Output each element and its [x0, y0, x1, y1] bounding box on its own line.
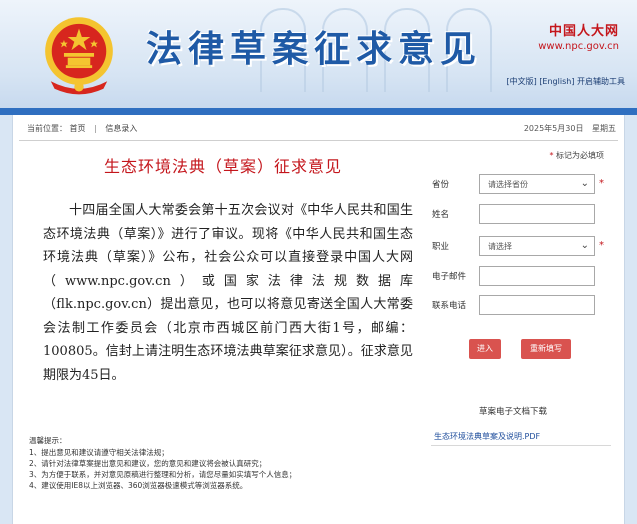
occupation-select-value: 请选择	[488, 242, 512, 251]
national-emblem-icon	[45, 17, 113, 95]
required-note: * 标记为必填项	[549, 150, 604, 161]
pdf-download-link[interactable]: 生态环境法典草案及说明.PDF	[434, 431, 540, 442]
chinese-version-link[interactable]: [中文版]	[507, 77, 537, 86]
header-strip	[0, 108, 637, 115]
content-panel: 当前位置： 首页 | 信息录入 2025年5月30日 星期五 生态环境法典（草案…	[12, 115, 625, 524]
reset-button[interactable]: 重新填写	[521, 339, 571, 359]
phone-field[interactable]	[479, 295, 595, 315]
page-title: 法律草案征求意见	[146, 28, 483, 70]
tip-item: 2、请针对法律草案提出意见和建议，您的意见和建议将会被认真研究；	[29, 459, 267, 468]
downloads-title: 草案电子文档下载	[479, 407, 548, 417]
required-mark: *	[599, 178, 604, 189]
weekday-text: 星期五	[592, 124, 616, 133]
breadcrumb-current[interactable]: 信息录入	[105, 124, 137, 133]
occupation-label: 职业	[432, 242, 450, 252]
name-field[interactable]	[479, 204, 595, 224]
submit-button[interactable]: 进入	[469, 339, 501, 359]
required-note-text: 标记为必填项	[556, 151, 604, 160]
header-links: [中文版] [English] 开启辅助工具	[507, 76, 625, 87]
accessibility-tools-link[interactable]: 开启辅助工具	[577, 77, 625, 86]
english-version-link[interactable]: [English]	[539, 77, 574, 86]
tip-item: 3、为方便于联系，并对意见原稿进行整理和分析，请您尽量如实填写个人信息；	[29, 470, 297, 479]
document-title: 生态环境法典（草案）征求意见	[103, 157, 342, 176]
chevron-down-icon: ⌄	[580, 240, 589, 251]
breadcrumb-separator: |	[94, 124, 97, 133]
brand-url: www.npc.gov.cn	[538, 41, 619, 52]
required-mark: *	[599, 240, 604, 251]
brand-logo[interactable]: 中国人大网 www.npc.gov.cn	[538, 20, 619, 52]
phone-label: 联系电话	[432, 301, 467, 311]
tip-item: 1、提出意见和建议请遵守相关法律法规；	[29, 448, 169, 457]
breadcrumb-prefix: 当前位置：	[27, 124, 67, 133]
breadcrumb-home[interactable]: 首页	[70, 124, 86, 133]
email-field[interactable]	[479, 266, 595, 286]
province-select[interactable]: 请选择省份 ⌄	[479, 174, 595, 194]
tip-item: 4、建议使用IE8以上浏览器、360浏览器极速模式等浏览器系统。	[29, 481, 248, 490]
header-divider	[19, 140, 618, 141]
document-body: 十四届全国人大常委会第十五次会议对《中华人民共和国生态环境法典（草案）》进行了审…	[43, 203, 413, 383]
chevron-down-icon: ⌄	[580, 178, 589, 189]
date-text: 2025年5月30日	[523, 124, 584, 133]
breadcrumb: 当前位置： 首页 | 信息录入	[27, 123, 137, 134]
tips-heading: 温馨提示：	[29, 436, 67, 445]
occupation-select[interactable]: 请选择 ⌄	[479, 236, 595, 256]
required-star: *	[549, 151, 554, 160]
header-banner: 法律草案征求意见 中国人大网 www.npc.gov.cn [中文版] [Eng…	[0, 0, 637, 108]
current-date: 2025年5月30日 星期五	[518, 123, 616, 134]
name-label: 姓名	[432, 210, 450, 220]
downloads-divider	[431, 445, 611, 446]
province-label: 省份	[432, 180, 450, 190]
brand-name: 中国人大网	[548, 24, 619, 39]
email-label: 电子邮件	[432, 272, 467, 282]
tips-section: 温馨提示： 1、提出意见和建议请遵守相关法律法规； 2、请针对法律草案提出意见和…	[29, 435, 419, 491]
province-select-value: 请选择省份	[488, 180, 528, 189]
